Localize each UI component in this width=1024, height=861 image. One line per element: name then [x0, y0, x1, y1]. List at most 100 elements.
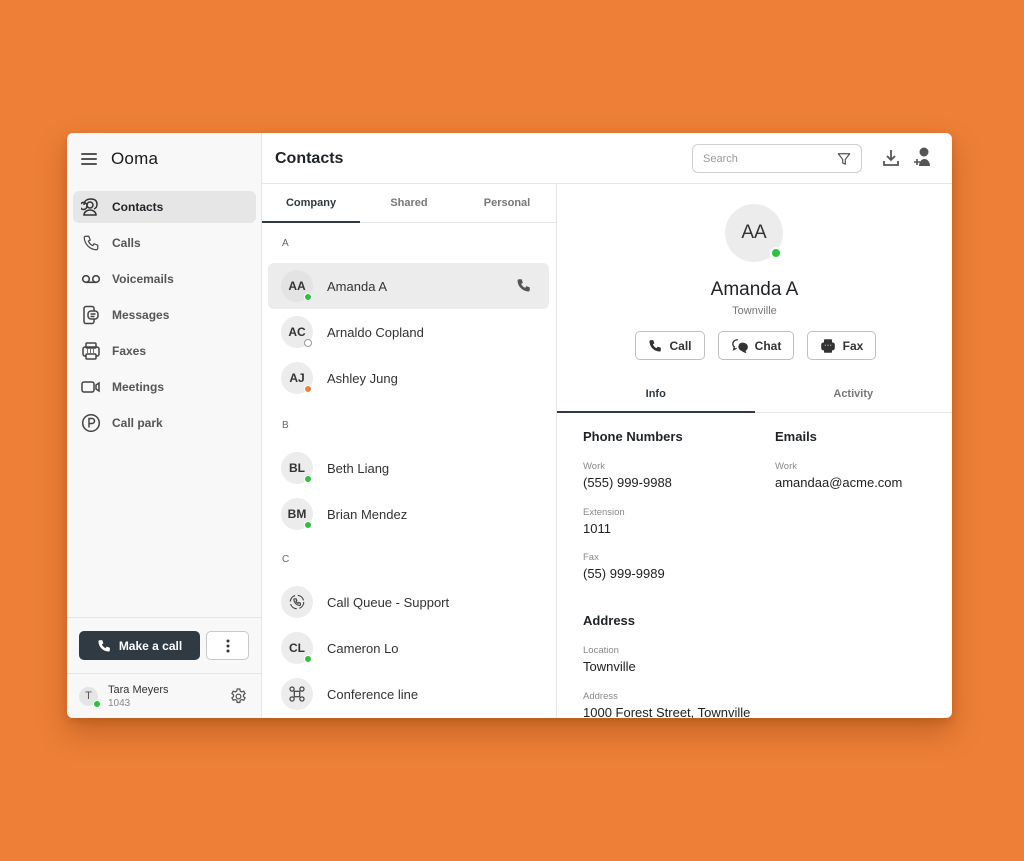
sidebar-item-faxes[interactable]: Faxes	[73, 335, 256, 367]
status-online-indicator	[304, 475, 312, 483]
chat-icon	[731, 339, 748, 353]
contact-detail-name: Amanda A	[710, 279, 799, 300]
parking-icon	[81, 413, 101, 433]
top-header: Contacts	[262, 133, 952, 184]
tab-company[interactable]: Company	[262, 184, 360, 223]
fax-button[interactable]: Fax	[807, 331, 876, 360]
contact-name: Amanda A	[327, 278, 387, 294]
tab-personal[interactable]: Personal	[458, 184, 556, 222]
call-button[interactable]: Call	[635, 331, 705, 360]
sidebar-item-label: Calls	[112, 236, 141, 250]
user-extension: 1043	[108, 697, 131, 709]
avatar	[281, 586, 313, 618]
avatar-initials: CL	[289, 641, 305, 655]
current-user[interactable]: T Tara Meyers 1043	[67, 673, 262, 718]
sidebar-item-contacts[interactable]: Contacts	[73, 191, 256, 223]
location-value: Townville	[583, 659, 636, 674]
menu-icon[interactable]	[81, 153, 97, 165]
user-initial: T	[85, 690, 92, 702]
contact-item[interactable]: AA Amanda A	[268, 263, 549, 309]
status-offline-indicator	[304, 339, 312, 347]
gear-icon[interactable]	[229, 687, 248, 711]
contact-list-tabs: Company Shared Personal	[262, 184, 556, 223]
contact-item[interactable]: BL Beth Liang	[268, 445, 549, 491]
sidebar-item-meetings[interactable]: Meetings	[73, 371, 256, 403]
sidebar-item-voicemails[interactable]: Voicemails	[73, 263, 256, 295]
download-icon[interactable]	[881, 148, 901, 173]
contact-item[interactable]: Conference line	[268, 671, 549, 717]
tab-shared[interactable]: Shared	[360, 184, 458, 222]
search-input[interactable]	[703, 152, 837, 165]
address-heading: Address	[583, 613, 636, 628]
more-options-button[interactable]	[206, 631, 249, 660]
sidebar-footer: Make a call T Tara Meyers 1043	[67, 617, 262, 718]
extension-value: 1011	[583, 521, 611, 536]
status-online-indicator	[304, 655, 312, 663]
sidebar-item-label: Messages	[112, 308, 170, 322]
phone-icon	[98, 639, 110, 652]
detail-avatar: AA	[725, 204, 783, 262]
status-online-indicator	[770, 247, 782, 259]
avatar-initials: AJ	[289, 371, 305, 385]
sidebar-item-label: Meetings	[112, 380, 165, 394]
avatar-initials: AA	[288, 279, 306, 293]
sidebar-item-calls[interactable]: Calls	[73, 227, 256, 259]
page-title: Contacts	[275, 150, 344, 167]
brand: Ooma	[81, 147, 158, 171]
sidebar-item-label: Voicemails	[112, 272, 174, 286]
contact-name: Beth Liang	[327, 460, 390, 476]
filter-icon[interactable]	[837, 152, 851, 166]
phone-icon	[81, 233, 101, 253]
call-queue-icon	[289, 594, 305, 610]
group-header: A	[282, 237, 289, 249]
contact-item[interactable]: Call Queue - Support	[268, 579, 549, 625]
call-contact-icon[interactable]	[516, 278, 531, 298]
tab-info[interactable]: Info	[557, 376, 755, 413]
contact-list-panel: Company Shared Personal A AA Amanda A AC…	[262, 184, 557, 718]
more-vertical-icon	[226, 639, 229, 652]
extension-label: Extension	[583, 507, 625, 518]
video-icon	[81, 377, 101, 397]
avatar	[281, 678, 313, 710]
tab-activity[interactable]: Activity	[755, 376, 953, 412]
avatar-initials: BL	[289, 461, 305, 475]
contacts-icon	[81, 197, 101, 217]
avatar-initials: BM	[287, 507, 307, 521]
app-window: Ooma Contacts Calls Voicemails Messages …	[67, 133, 952, 718]
avatar: AC	[281, 316, 313, 348]
status-online-indicator	[304, 293, 312, 301]
call-actions: Make a call	[67, 617, 262, 673]
user-avatar: T	[79, 686, 101, 708]
chat-button[interactable]: Chat	[718, 331, 794, 360]
contact-name: Brian Mendez	[327, 506, 408, 522]
chat-button-label: Chat	[754, 338, 782, 353]
fax-icon	[81, 341, 101, 361]
sidebar-item-label: Call park	[112, 416, 163, 430]
contact-item[interactable]: AJ Ashley Jung	[268, 355, 549, 401]
messages-icon	[81, 305, 101, 325]
emails-heading: Emails	[775, 429, 817, 444]
sidebar-item-messages[interactable]: Messages	[73, 299, 256, 331]
address-label: Address	[583, 691, 618, 702]
contact-name: Conference line	[327, 686, 419, 702]
contact-item[interactable]: BM Brian Mendez	[268, 491, 549, 537]
make-call-button[interactable]: Make a call	[79, 631, 200, 660]
contact-item[interactable]: AC Arnaldo Copland	[268, 309, 549, 355]
location-label: Location	[583, 645, 619, 656]
add-user-icon[interactable]	[912, 146, 934, 173]
work-email-label: Work	[775, 461, 797, 472]
make-call-label: Make a call	[118, 638, 183, 653]
avatar-initials: AC	[288, 325, 306, 339]
app-logo: Ooma	[111, 149, 159, 168]
status-on-call-indicator	[304, 385, 312, 393]
user-info: Tara Meyers 1043	[108, 684, 169, 709]
status-online-indicator	[93, 699, 101, 708]
contact-name: Ashley Jung	[327, 370, 398, 386]
address-value: 1000 Forest Street, Townville	[583, 705, 751, 718]
work-phone-label: Work	[583, 461, 605, 472]
contact-item[interactable]: CL Cameron Lo	[268, 625, 549, 671]
avatar-initials: AA	[741, 222, 767, 243]
sidebar-item-call-park[interactable]: Call park	[73, 407, 256, 439]
fax-number-label: Fax	[583, 552, 599, 563]
fax-icon	[820, 338, 835, 353]
